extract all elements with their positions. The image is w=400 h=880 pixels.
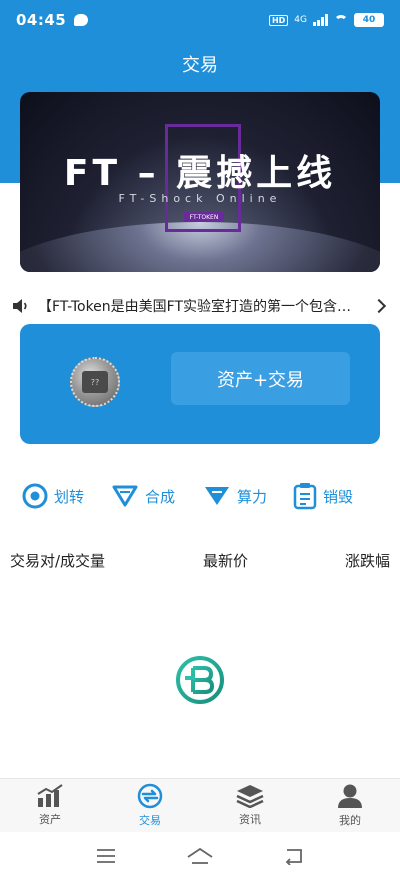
action-label: 合成 (145, 487, 176, 506)
action-transfer[interactable]: 划转 (22, 476, 84, 516)
status-time: 04:45 (16, 11, 67, 29)
page-title-bar: 交易 (0, 40, 400, 88)
message-notification-icon (74, 14, 89, 26)
back-icon[interactable] (283, 847, 305, 865)
brand-logo-icon (176, 656, 224, 704)
action-hashpower[interactable]: 算力 (203, 476, 267, 516)
chrome-like-circle-icon (22, 483, 48, 509)
market-table-header: 交易对/成交量 最新价 涨跌幅 (10, 548, 390, 572)
page-title: 交易 (182, 55, 218, 76)
diamond-filled-icon (205, 487, 229, 505)
network-type: 4G (294, 15, 307, 25)
tab-label: 资产 (39, 813, 61, 826)
hd-badge: HD (268, 14, 289, 26)
asset-trade-button[interactable]: 资产+交易 (171, 352, 350, 405)
banner-headline: FT – 震撼上线 (63, 153, 337, 194)
coin-crown: ?? (82, 371, 108, 393)
speaker-icon (13, 299, 27, 313)
signal-icon (313, 14, 328, 26)
diamond-outline-icon (112, 485, 138, 507)
wifi-icon (334, 15, 348, 25)
tab-label: 资讯 (239, 813, 261, 826)
battery-icon: 40 (354, 13, 384, 27)
column-change: 涨跌幅 (344, 552, 390, 570)
status-indicators: HD 4G 40 (268, 13, 384, 27)
tab-trade[interactable]: 交易 (100, 779, 200, 832)
bottom-tab-bar: 资产 交易 资讯 我的 (0, 778, 400, 832)
asset-card: ?? 资产+交易 (20, 324, 380, 444)
coin-icon: ?? (70, 357, 120, 407)
announcement-text: 【FT-Token是由美国FT实验室打造的第一个包含… (38, 299, 352, 315)
exchange-icon (137, 783, 163, 809)
announcement-bar[interactable]: 【FT-Token是由美国FT实验室打造的第一个包含… (12, 294, 388, 318)
column-pair-volume: 交易对/成交量 (10, 552, 106, 570)
tab-label: 我的 (339, 814, 361, 827)
action-synthesize[interactable]: 合成 (111, 476, 175, 516)
user-icon (338, 784, 362, 808)
action-label: 销毁 (323, 487, 354, 506)
status-bar: 04:45 HD 4G 40 (0, 0, 400, 40)
menu-icon[interactable] (95, 848, 117, 864)
promo-banner[interactable]: FT – 震撼上线 FT-Shock Online FT-TOKEN (20, 92, 380, 272)
banner-tag: FT-TOKEN (184, 212, 224, 222)
column-latest-price: 最新价 (203, 552, 249, 570)
action-label: 划转 (54, 487, 85, 506)
quick-actions: 划转 合成 算力 销毁 (0, 476, 400, 516)
banner-subline: FT-Shock Online (118, 192, 282, 205)
system-navigation-bar (0, 832, 400, 880)
tab-news[interactable]: 资讯 (200, 779, 300, 832)
tab-label: 交易 (139, 814, 161, 827)
action-burn[interactable]: 销毁 (293, 476, 353, 516)
chevron-right-icon[interactable] (371, 298, 387, 314)
layers-icon (236, 785, 264, 808)
home-icon[interactable] (186, 847, 214, 865)
tab-profile[interactable]: 我的 (300, 779, 400, 832)
clipboard-list-icon (293, 483, 317, 510)
action-label: 算力 (237, 487, 268, 506)
tab-assets[interactable]: 资产 (0, 779, 100, 832)
chart-icon (37, 784, 63, 807)
